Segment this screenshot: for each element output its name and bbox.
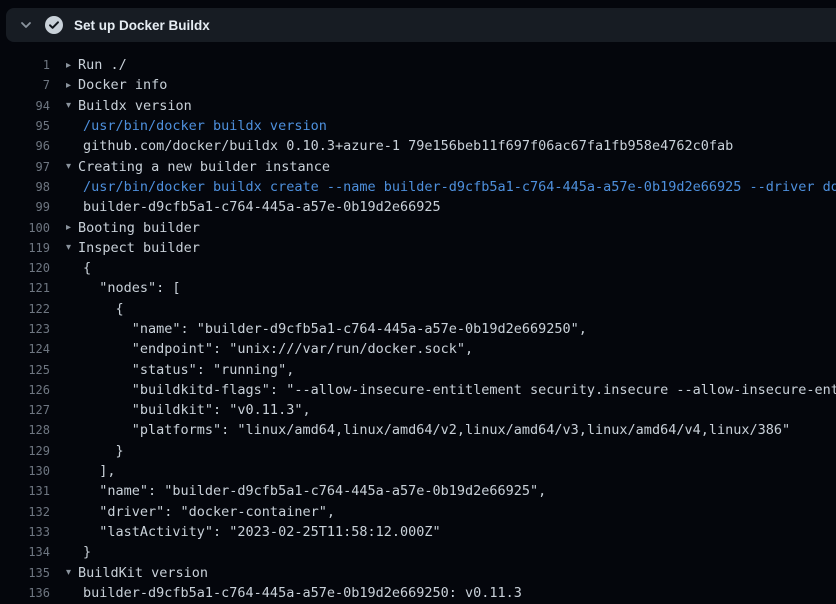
log-line: 129 } bbox=[0, 441, 836, 461]
line-number[interactable]: 96 bbox=[0, 139, 50, 153]
log-line: 127 "buildkit": "v0.11.3", bbox=[0, 400, 836, 420]
log-line: 100 ▸Booting builder bbox=[0, 217, 836, 237]
log-line: 133 "lastActivity": "2023-02-25T11:58:12… bbox=[0, 522, 836, 542]
line-number[interactable]: 122 bbox=[0, 302, 50, 316]
line-text: { bbox=[66, 260, 91, 276]
log-group-toggle[interactable]: ▸Docker info bbox=[66, 77, 167, 93]
line-number[interactable]: 128 bbox=[0, 423, 50, 437]
line-number[interactable]: 94 bbox=[0, 99, 50, 113]
line-number[interactable]: 130 bbox=[0, 464, 50, 478]
log-group-toggle[interactable]: ▸Booting builder bbox=[66, 220, 200, 236]
line-number[interactable]: 127 bbox=[0, 403, 50, 417]
line-text: "buildkit": "v0.11.3", bbox=[66, 402, 311, 418]
line-number[interactable]: 126 bbox=[0, 383, 50, 397]
log-line: 130 ], bbox=[0, 461, 836, 481]
log-line: 95 /usr/bin/docker buildx version bbox=[0, 116, 836, 136]
triangle-down-icon: ▾ bbox=[66, 567, 78, 578]
line-text: { bbox=[66, 301, 124, 317]
line-text: "endpoint": "unix:///var/run/docker.sock… bbox=[66, 341, 473, 357]
log-line: 121 "nodes": [ bbox=[0, 278, 836, 298]
log-line: 120 { bbox=[0, 258, 836, 278]
log-line: 131 "name": "builder-d9cfb5a1-c764-445a-… bbox=[0, 481, 836, 501]
log-lines: 1 ▸Run ./ 7 ▸Docker info 94 ▾Buildx vers… bbox=[0, 42, 836, 603]
line-number[interactable]: 136 bbox=[0, 586, 50, 600]
line-number[interactable]: 132 bbox=[0, 505, 50, 519]
log-group-toggle[interactable]: ▾BuildKit version bbox=[66, 565, 208, 581]
line-text: "buildkitd-flags": "--allow-insecure-ent… bbox=[66, 382, 836, 398]
log-line: 7 ▸Docker info bbox=[0, 75, 836, 95]
log-line: 136 builder-d9cfb5a1-c764-445a-a57e-0b19… bbox=[0, 583, 836, 603]
line-text: builder-d9cfb5a1-c764-445a-a57e-0b19d2e6… bbox=[66, 199, 441, 215]
line-text: } bbox=[66, 443, 124, 459]
line-text: } bbox=[66, 544, 91, 560]
triangle-right-icon: ▸ bbox=[66, 60, 78, 71]
line-number[interactable]: 100 bbox=[0, 221, 50, 235]
line-number[interactable]: 119 bbox=[0, 241, 50, 255]
log-line: 94 ▾Buildx version bbox=[0, 96, 836, 116]
log-line: 97 ▾Creating a new builder instance bbox=[0, 156, 836, 176]
line-number[interactable]: 99 bbox=[0, 200, 50, 214]
triangle-right-icon: ▸ bbox=[66, 222, 78, 233]
line-number[interactable]: 123 bbox=[0, 322, 50, 336]
chevron-down-icon[interactable] bbox=[19, 18, 33, 32]
line-text: "status": "running", bbox=[66, 362, 294, 378]
log-line: 128 "platforms": "linux/amd64,linux/amd6… bbox=[0, 420, 836, 440]
line-number[interactable]: 125 bbox=[0, 363, 50, 377]
line-number[interactable]: 97 bbox=[0, 160, 50, 174]
line-number[interactable]: 134 bbox=[0, 545, 50, 559]
line-text: "name": "builder-d9cfb5a1-c764-445a-a57e… bbox=[66, 483, 546, 499]
log-line: 119 ▾Inspect builder bbox=[0, 238, 836, 258]
log-group-toggle[interactable]: ▸Run ./ bbox=[66, 57, 127, 73]
line-text: "nodes": [ bbox=[66, 280, 181, 296]
line-number[interactable]: 95 bbox=[0, 119, 50, 133]
line-number[interactable]: 131 bbox=[0, 484, 50, 498]
log-group-toggle[interactable]: ▾Inspect builder bbox=[66, 240, 200, 256]
line-text: "driver": "docker-container", bbox=[66, 504, 335, 520]
line-text: /usr/bin/docker buildx create --name bui… bbox=[66, 179, 836, 195]
check-circle-icon bbox=[45, 16, 63, 34]
log-line: 124 "endpoint": "unix:///var/run/docker.… bbox=[0, 339, 836, 359]
step-title: Set up Docker Buildx bbox=[74, 18, 210, 33]
line-text: ], bbox=[66, 463, 116, 479]
log-line: 122 { bbox=[0, 299, 836, 319]
line-text: builder-d9cfb5a1-c764-445a-a57e-0b19d2e6… bbox=[66, 585, 522, 601]
log-line: 132 "driver": "docker-container", bbox=[0, 502, 836, 522]
line-number[interactable]: 129 bbox=[0, 444, 50, 458]
log-line: 98 /usr/bin/docker buildx create --name … bbox=[0, 177, 836, 197]
triangle-down-icon: ▾ bbox=[66, 161, 78, 172]
line-text: "lastActivity": "2023-02-25T11:58:12.000… bbox=[66, 524, 441, 540]
line-number[interactable]: 7 bbox=[0, 78, 50, 92]
log-group-toggle[interactable]: ▾Buildx version bbox=[66, 98, 192, 114]
actions-log-viewer: Set up Docker Buildx 1 ▸Run ./ 7 ▸Docker… bbox=[0, 8, 836, 603]
triangle-right-icon: ▸ bbox=[66, 80, 78, 91]
line-number[interactable]: 121 bbox=[0, 281, 50, 295]
log-line: 96 github.com/docker/buildx 0.10.3+azure… bbox=[0, 136, 836, 156]
line-number[interactable]: 120 bbox=[0, 261, 50, 275]
line-number[interactable]: 135 bbox=[0, 566, 50, 580]
log-line: 135 ▾BuildKit version bbox=[0, 562, 836, 582]
log-line: 126 "buildkitd-flags": "--allow-insecure… bbox=[0, 380, 836, 400]
log-line: 99 builder-d9cfb5a1-c764-445a-a57e-0b19d… bbox=[0, 197, 836, 217]
line-number[interactable]: 1 bbox=[0, 58, 50, 72]
line-number[interactable]: 133 bbox=[0, 525, 50, 539]
line-number[interactable]: 98 bbox=[0, 180, 50, 194]
line-number[interactable]: 124 bbox=[0, 342, 50, 356]
log-group-toggle[interactable]: ▾Creating a new builder instance bbox=[66, 159, 330, 175]
line-text: github.com/docker/buildx 0.10.3+azure-1 … bbox=[66, 138, 733, 154]
log-line: 134 } bbox=[0, 542, 836, 562]
step-header[interactable]: Set up Docker Buildx bbox=[6, 8, 836, 42]
log-line: 1 ▸Run ./ bbox=[0, 55, 836, 75]
line-text: "name": "builder-d9cfb5a1-c764-445a-a57e… bbox=[66, 321, 587, 337]
line-text: /usr/bin/docker buildx version bbox=[66, 118, 327, 134]
log-line: 123 "name": "builder-d9cfb5a1-c764-445a-… bbox=[0, 319, 836, 339]
triangle-down-icon: ▾ bbox=[66, 100, 78, 111]
log-line: 125 "status": "running", bbox=[0, 359, 836, 379]
line-text: "platforms": "linux/amd64,linux/amd64/v2… bbox=[66, 422, 790, 438]
triangle-down-icon: ▾ bbox=[66, 242, 78, 253]
